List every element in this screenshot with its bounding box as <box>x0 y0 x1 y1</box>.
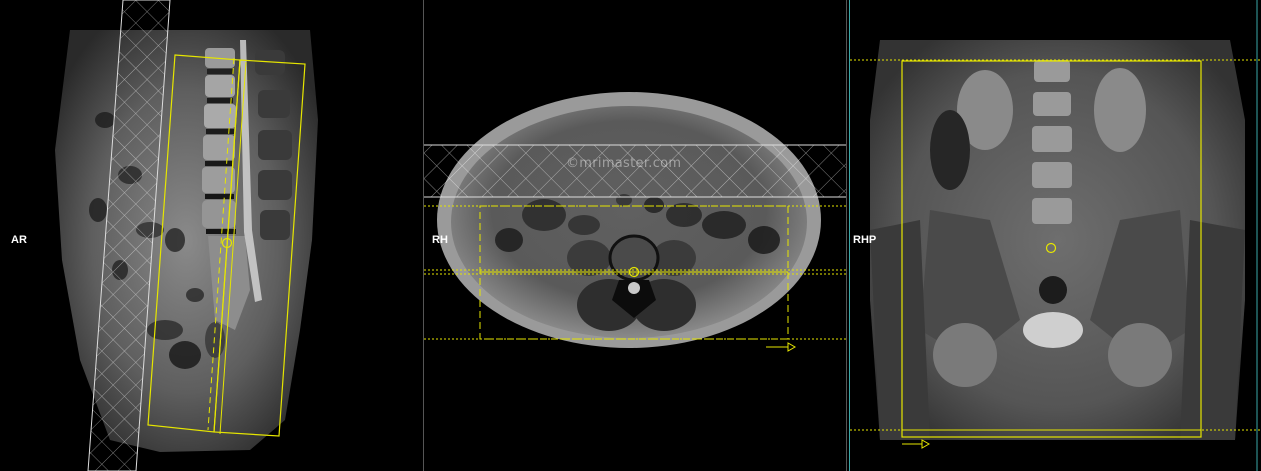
sagittal-viewport[interactable]: AR <box>0 0 423 471</box>
coronal-viewport[interactable]: RHP <box>850 0 1261 471</box>
planning-box[interactable] <box>901 60 1202 438</box>
planning-centerline <box>207 57 235 431</box>
phase-direction-arrow <box>766 342 797 352</box>
viewport-divider[interactable] <box>846 0 847 471</box>
phase-direction-arrow <box>902 439 931 449</box>
planning-centerline-solid <box>219 61 247 435</box>
coronal-planning-overlay[interactable] <box>850 0 1261 471</box>
orientation-label: RH <box>432 234 448 246</box>
planning-center-marker[interactable] <box>1045 242 1057 254</box>
axial-planning-overlay[interactable] <box>424 0 846 471</box>
orientation-label: RHP <box>853 234 877 246</box>
sagittal-planning-overlay[interactable] <box>0 0 423 471</box>
orientation-label: AR <box>11 234 27 246</box>
axial-viewport[interactable]: ©mrimaster.com RH <box>424 0 846 471</box>
watermark: ©mrimaster.com <box>566 156 682 171</box>
planning-box-left[interactable] <box>147 54 241 433</box>
